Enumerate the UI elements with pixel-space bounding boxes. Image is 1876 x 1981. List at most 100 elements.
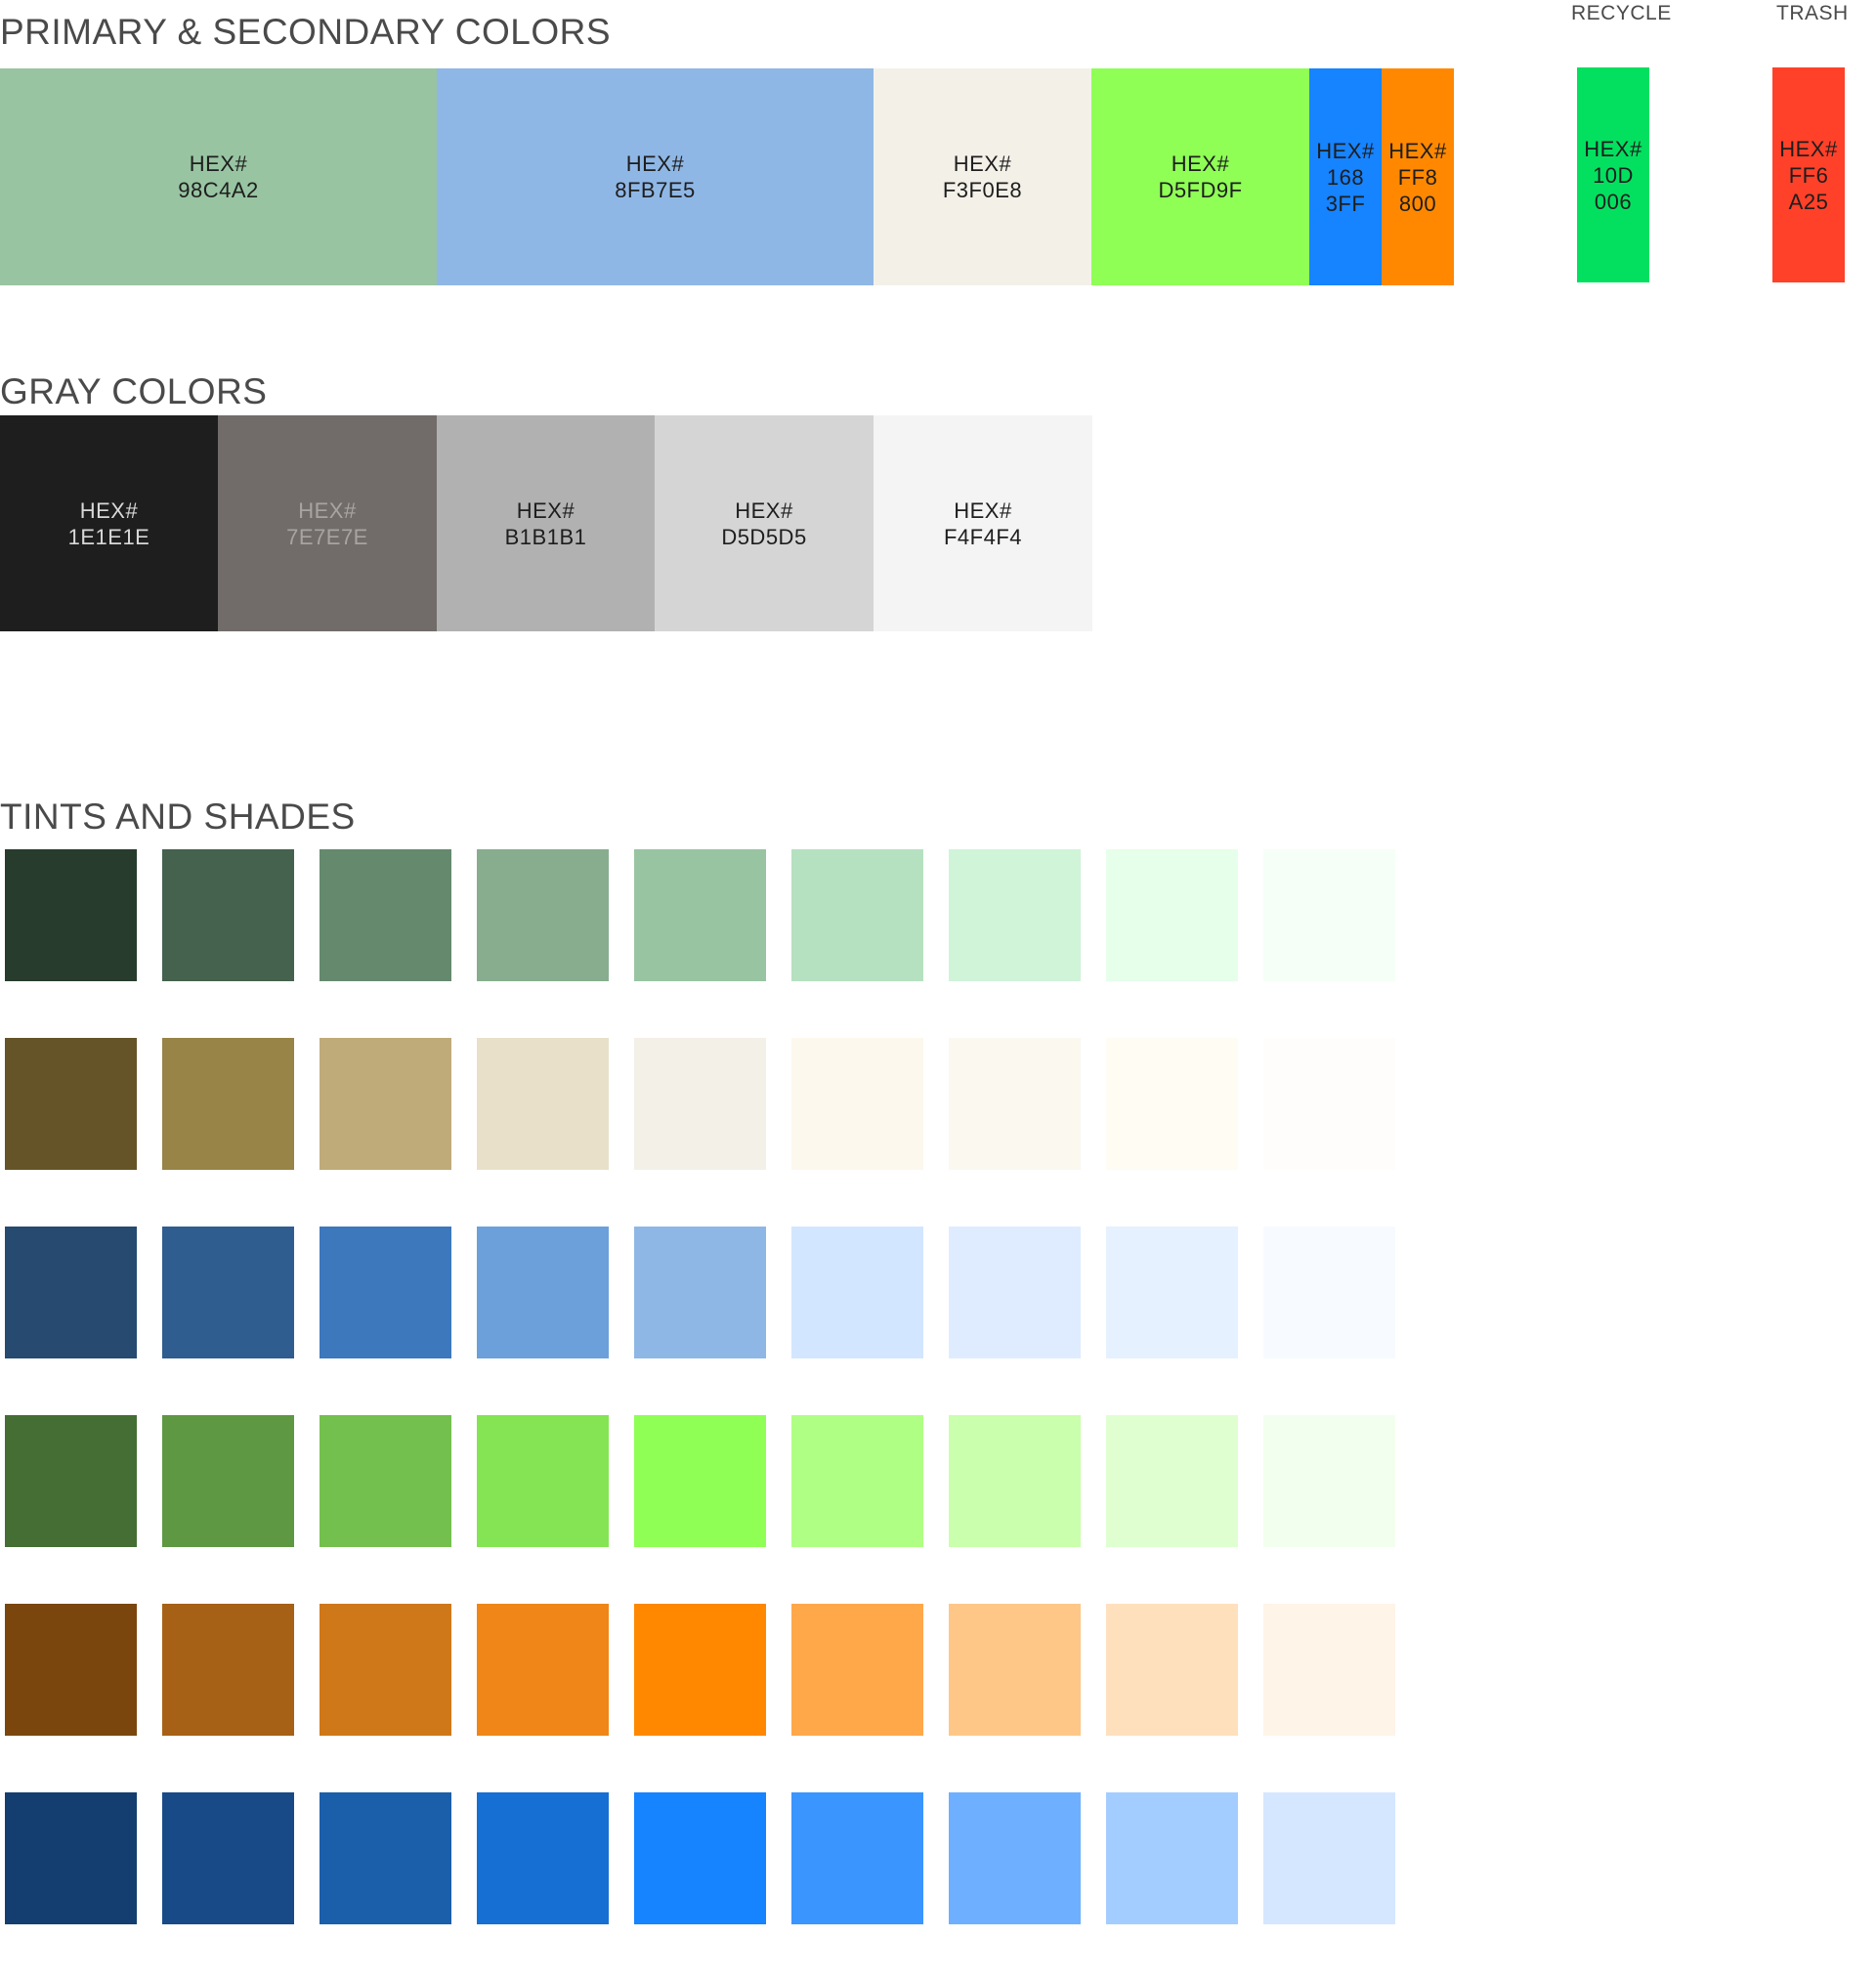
tint-shade-swatch (5, 1415, 137, 1547)
tint-shade-row (5, 1415, 1395, 1547)
tint-shade-swatch (791, 1604, 923, 1736)
hex-label: HEX# (516, 497, 576, 523)
tint-shade-swatch (477, 849, 609, 981)
hex-value: 98C4A2 (178, 178, 259, 202)
trash-heading: TRASH (1776, 2, 1849, 24)
tint-shade-swatch (949, 1227, 1081, 1358)
hex-value: D5FD9F (1158, 178, 1243, 202)
tint-shade-swatch (949, 1604, 1081, 1736)
tint-shade-swatch (1263, 849, 1395, 981)
tint-shade-swatch (634, 1038, 766, 1170)
tint-shade-swatch (1106, 1604, 1238, 1736)
tint-shade-swatch (634, 1792, 766, 1924)
hex-label: HEX# (1779, 136, 1838, 161)
hex-value: 7E7E7E (286, 524, 368, 549)
hex-value: 8FB7E5 (615, 178, 696, 202)
recycle-heading: RECYCLE (1571, 2, 1672, 24)
tint-shade-swatch (320, 1415, 451, 1547)
tint-shade-swatch (320, 1604, 451, 1736)
tints-and-shades-heading: TINTS AND SHADES (0, 797, 356, 837)
tint-shade-swatch (320, 849, 451, 981)
tint-shade-swatch (949, 849, 1081, 981)
gray-colors-heading: GRAY COLORS (0, 371, 268, 411)
tint-shade-row (5, 1227, 1395, 1358)
tint-shade-swatch (949, 1792, 1081, 1924)
hex-label: HEX# (79, 497, 139, 523)
tint-shade-swatch (477, 1604, 609, 1736)
tint-shade-swatch (5, 1604, 137, 1736)
tint-shade-swatch (477, 1415, 609, 1547)
tint-shade-swatch (791, 849, 923, 981)
tint-shade-swatch (5, 1038, 137, 1170)
tint-shade-swatch (320, 1038, 451, 1170)
tint-shade-swatch (1106, 849, 1238, 981)
hex-label: HEX# (1171, 151, 1230, 176)
primary-color-swatch: HEX# 98C4A2 (0, 68, 437, 285)
hex-value: 1E1E1E (67, 524, 150, 549)
primary-color-swatch: HEX# F3F0E8 (874, 68, 1091, 285)
hex-value: B1B1B1 (504, 524, 587, 549)
hex-value: FF6 A25 (1788, 162, 1829, 214)
hex-value: D5D5D5 (721, 524, 807, 549)
tint-shade-swatch (949, 1415, 1081, 1547)
tint-shade-row (5, 1038, 1395, 1170)
tint-shade-swatch (320, 1792, 451, 1924)
tint-shade-swatch (162, 849, 294, 981)
tint-shade-row (5, 1604, 1395, 1736)
tint-shade-swatch (162, 1415, 294, 1547)
gray-color-swatch: HEX# B1B1B1 (437, 415, 655, 631)
tint-shade-swatch (5, 849, 137, 981)
tint-shade-swatch (1263, 1227, 1395, 1358)
hex-value: F3F0E8 (942, 178, 1023, 202)
hex-label: HEX# (625, 151, 685, 176)
tint-shade-swatch (1106, 1792, 1238, 1924)
hex-value: 10D 006 (1593, 162, 1634, 214)
tint-shade-row (5, 1792, 1395, 1924)
tint-shade-swatch (634, 849, 766, 981)
tint-shade-swatch (1106, 1415, 1238, 1547)
tint-shade-swatch (162, 1792, 294, 1924)
tint-shade-swatch (634, 1604, 766, 1736)
tint-shade-swatch (477, 1792, 609, 1924)
tint-shade-swatch (791, 1415, 923, 1547)
tint-shade-swatch (1106, 1038, 1238, 1170)
tint-shade-swatch (1263, 1792, 1395, 1924)
hex-label: HEX# (1388, 138, 1447, 163)
hex-label: HEX# (1584, 136, 1642, 161)
tint-shade-swatch (791, 1038, 923, 1170)
tint-shade-swatch (5, 1792, 137, 1924)
tint-shade-swatch (1263, 1604, 1395, 1736)
tints-and-shades-grid (5, 849, 1395, 1981)
hex-value: FF8 800 (1397, 164, 1438, 216)
hex-label: HEX# (189, 151, 248, 176)
primary-color-swatch: HEX# D5FD9F (1091, 68, 1309, 285)
tint-shade-swatch (5, 1227, 137, 1358)
primary-color-swatch: HEX# FF8 800 (1382, 68, 1454, 285)
tint-shade-swatch (162, 1227, 294, 1358)
hex-label: HEX# (954, 497, 1012, 523)
tint-shade-swatch (791, 1227, 923, 1358)
primary-color-swatch: HEX# 8FB7E5 (437, 68, 874, 285)
tint-shade-swatch (634, 1415, 766, 1547)
tint-shade-swatch (791, 1792, 923, 1924)
gray-color-swatch: HEX# F4F4F4 (874, 415, 1092, 631)
gray-color-swatch: HEX# D5D5D5 (655, 415, 874, 631)
tint-shade-swatch (477, 1038, 609, 1170)
hex-value: 168 3FF (1325, 164, 1366, 216)
tint-shade-swatch (162, 1038, 294, 1170)
trash-color-swatch: HEX# FF6 A25 (1772, 67, 1845, 282)
recycle-color-swatch: HEX# 10D 006 (1577, 67, 1649, 282)
hex-label: HEX# (735, 497, 793, 523)
tint-shade-swatch (477, 1227, 609, 1358)
gray-swatch-row: HEX# 1E1E1E HEX# 7E7E7E HEX# B1B1B1 HEX# D5D5D5… (0, 415, 1092, 631)
tint-shade-swatch (1263, 1415, 1395, 1547)
tint-shade-swatch (949, 1038, 1081, 1170)
hex-label: HEX# (1316, 138, 1375, 163)
primary-color-swatch: HEX# 168 3FF (1309, 68, 1382, 285)
tint-shade-swatch (1106, 1227, 1238, 1358)
gray-color-swatch: HEX# 7E7E7E (218, 415, 437, 631)
hex-label: HEX# (298, 497, 357, 523)
tint-shade-swatch (162, 1604, 294, 1736)
primary-colors-heading: PRIMARY & SECONDARY COLORS (0, 12, 612, 52)
tint-shade-row (5, 849, 1395, 981)
